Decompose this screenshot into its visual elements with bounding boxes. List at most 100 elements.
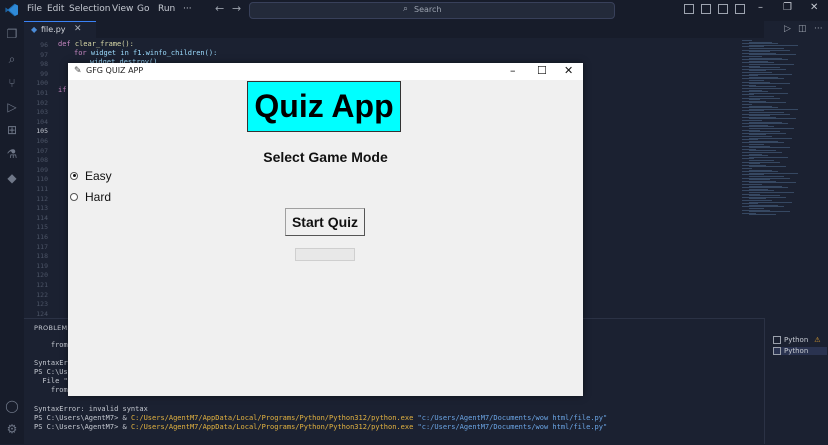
tk-feather-icon: ✎ bbox=[74, 66, 82, 76]
empty-label-box bbox=[295, 248, 355, 261]
menu-more[interactable]: ··· bbox=[183, 4, 192, 14]
line-number: 122 bbox=[36, 290, 48, 299]
minimap-line bbox=[742, 161, 780, 163]
menu-go[interactable]: Go bbox=[137, 4, 149, 14]
back-arrow-icon[interactable]: ← bbox=[215, 2, 224, 15]
line-number: 108 bbox=[36, 156, 48, 165]
run-file-icon[interactable]: ▷ bbox=[784, 24, 791, 34]
hard-radio-button[interactable]: Hard bbox=[70, 190, 111, 206]
warning-icon: ⚠ bbox=[814, 336, 821, 344]
line-number: 99 bbox=[40, 69, 48, 78]
tab-close-icon[interactable]: ✕ bbox=[74, 24, 82, 34]
menu-edit[interactable]: Edit bbox=[47, 4, 64, 14]
line-number: 101 bbox=[36, 89, 48, 97]
menu-run[interactable]: Run bbox=[158, 4, 175, 14]
python-icon[interactable]: ◆ bbox=[5, 171, 19, 185]
terminal-line: File "c bbox=[34, 377, 72, 385]
menu-selection[interactable]: Selection bbox=[69, 4, 110, 14]
forward-arrow-icon[interactable]: → bbox=[232, 2, 241, 15]
line-number: 115 bbox=[36, 223, 48, 232]
explorer-icon[interactable]: ❐ bbox=[5, 27, 19, 41]
radio-selected-indicator bbox=[70, 171, 78, 180]
select-game-mode-label: Select Game Mode bbox=[263, 149, 388, 165]
line-number: 123 bbox=[36, 300, 48, 309]
activity-bar: ❐ ⌕ ⑂ ▷ ⊞ ⚗ ◆ ◯ ⚙ bbox=[0, 21, 24, 444]
terminal-item[interactable]: Python bbox=[773, 347, 827, 355]
line-number: 103 bbox=[36, 108, 48, 117]
line-number: 114 bbox=[36, 213, 48, 222]
easy-radio-button[interactable]: Easy bbox=[70, 169, 112, 185]
line-number: 124 bbox=[36, 309, 48, 318]
minimap-line bbox=[742, 152, 782, 153]
line-number: 106 bbox=[36, 137, 48, 145]
terminal-line: from bbox=[34, 386, 68, 394]
account-icon[interactable]: ◯ bbox=[5, 399, 19, 413]
minimap-line bbox=[742, 88, 782, 89]
terminal-item[interactable]: Python ⚠ bbox=[773, 336, 821, 344]
minimap[interactable] bbox=[740, 38, 810, 318]
code-line: def clear_frame(): bbox=[58, 40, 134, 48]
start-quiz-button[interactable]: Start Quiz bbox=[285, 208, 365, 236]
minimap-line bbox=[749, 214, 776, 216]
easy-label: Easy bbox=[85, 169, 112, 183]
search-icon[interactable]: ⌕ bbox=[5, 52, 19, 66]
more-actions-icon[interactable]: ··· bbox=[814, 24, 823, 34]
customize-layout-icon[interactable] bbox=[735, 4, 745, 14]
restore-icon[interactable]: ❐ bbox=[783, 2, 792, 13]
command-search-box[interactable]: ⌕ Search bbox=[249, 2, 615, 19]
vscode-logo-icon bbox=[5, 3, 18, 17]
code-line: if bbox=[58, 86, 67, 94]
code-line: for widget in f1.winfo_children(): bbox=[74, 49, 218, 57]
minimap-line bbox=[749, 156, 788, 158]
line-number: 102 bbox=[36, 98, 48, 107]
toggle-sidebar-icon[interactable] bbox=[684, 4, 694, 14]
line-number: 100 bbox=[36, 79, 48, 88]
quiz-app-heading: Quiz App bbox=[247, 81, 401, 132]
close-icon[interactable]: ✕ bbox=[810, 2, 818, 13]
quiz-window-title-bar: ✎ GFG QUIZ APP – ☐ ✕ bbox=[68, 63, 583, 80]
terminal-line: PS C:\Users\AgentM7> & C:/Users/AgentM7/… bbox=[34, 414, 608, 422]
python-file-icon: ◆ bbox=[31, 25, 38, 34]
settings-gear-icon[interactable]: ⚙ bbox=[5, 422, 19, 436]
toggle-secondary-sidebar-icon[interactable] bbox=[718, 4, 728, 14]
line-number: 110 bbox=[36, 175, 48, 184]
minimap-line bbox=[749, 92, 788, 94]
maximize-icon[interactable]: ☐ bbox=[537, 64, 547, 77]
line-number: 109 bbox=[36, 165, 48, 174]
line-number: 112 bbox=[36, 194, 48, 203]
line-number: 111 bbox=[36, 185, 48, 193]
close-icon[interactable]: ✕ bbox=[564, 64, 573, 77]
split-editor-icon[interactable]: ◫ bbox=[798, 24, 807, 34]
quiz-app-window: ✎ GFG QUIZ APP – ☐ ✕ Quiz App Select Gam… bbox=[68, 63, 583, 396]
testing-icon[interactable]: ⚗ bbox=[5, 147, 19, 161]
line-number: 98 bbox=[40, 60, 48, 69]
line-number: 117 bbox=[36, 242, 48, 251]
run-debug-icon[interactable]: ▷ bbox=[5, 100, 19, 114]
terminal-line: SyntaxError: invalid syntax bbox=[34, 405, 148, 413]
editor-tab-bar: ◆ file.py ✕ bbox=[24, 21, 764, 38]
hard-label: Hard bbox=[85, 190, 112, 204]
title-bar: File Edit Selection View Go Run ··· ← → … bbox=[0, 0, 828, 21]
menu-file[interactable]: File bbox=[27, 4, 42, 14]
search-icon: ⌕ bbox=[403, 4, 409, 14]
minimap-line bbox=[749, 102, 786, 104]
line-number: 119 bbox=[36, 261, 48, 270]
minimize-icon[interactable]: – bbox=[758, 2, 763, 13]
line-number: 96 bbox=[40, 41, 48, 49]
terminal-list: Python ⚠ Python bbox=[764, 318, 828, 444]
source-control-icon[interactable]: ⑂ bbox=[5, 76, 19, 90]
line-number: 120 bbox=[36, 271, 48, 280]
menu-view[interactable]: View bbox=[112, 4, 133, 14]
extensions-icon[interactable]: ⊞ bbox=[5, 123, 19, 137]
window-title: GFG QUIZ APP bbox=[86, 66, 144, 75]
toggle-panel-icon[interactable] bbox=[701, 4, 711, 14]
line-number: 107 bbox=[36, 146, 48, 155]
minimize-icon[interactable]: – bbox=[510, 64, 516, 77]
tab-file-py[interactable]: ◆ file.py ✕ bbox=[24, 21, 96, 38]
line-number: 113 bbox=[36, 204, 48, 213]
terminal-line: PS C:\Users\AgentM7> & C:/Users/AgentM7/… bbox=[34, 423, 608, 431]
minimap-line bbox=[742, 97, 780, 99]
line-number: 116 bbox=[36, 233, 48, 241]
tab-problems[interactable]: PROBLEMS bbox=[34, 324, 72, 332]
terminal-line: from bbox=[34, 341, 68, 349]
